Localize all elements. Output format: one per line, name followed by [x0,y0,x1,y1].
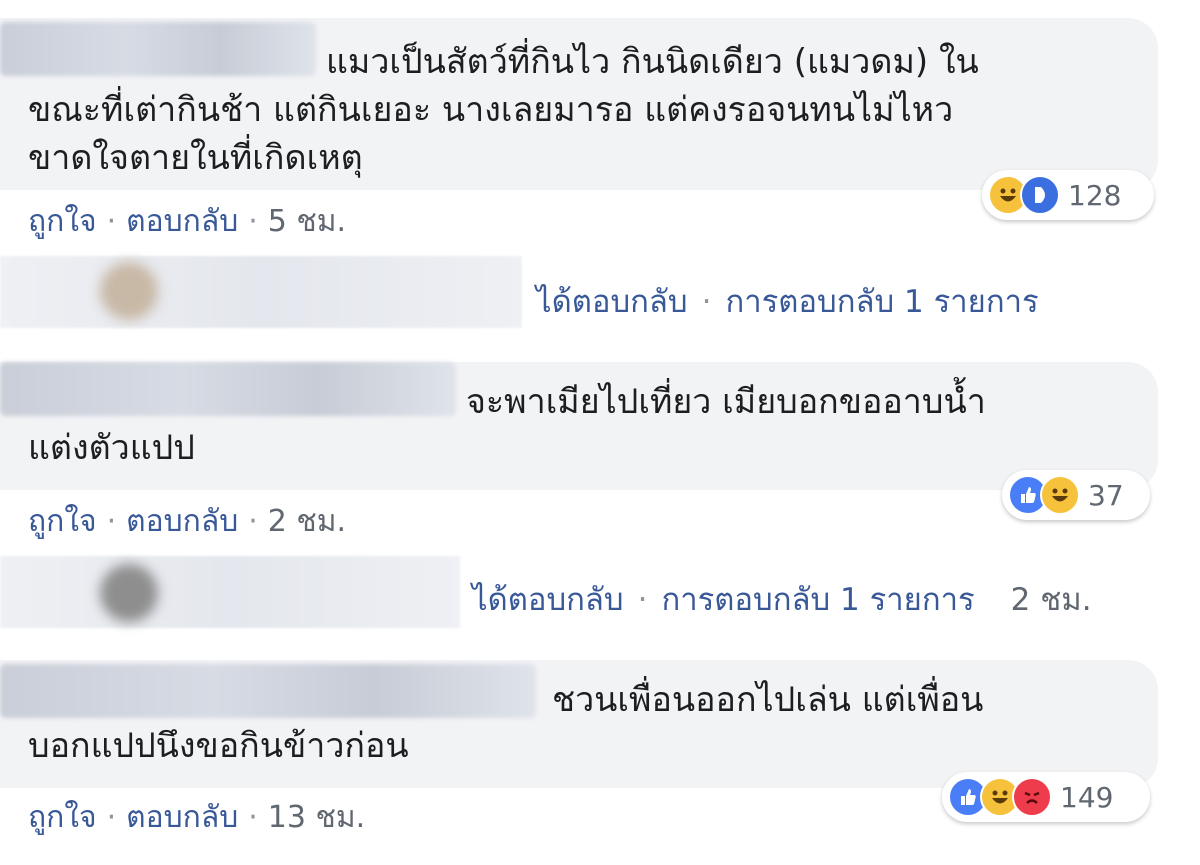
separator: · [248,504,258,539]
comment-actions: ถูกใจ · ตอบกลับ · 13 ชม. [28,794,365,841]
blurred-author-name[interactable] [0,22,316,76]
reply-link[interactable]: ตอบกลับ [126,504,238,539]
view-replies-link[interactable]: การตอบกลับ 1 รายการ [661,582,974,618]
comment-text-line: แมวเป็นสัตว์ที่กินไว กินนิดเดียว (แมวดม)… [326,42,979,82]
timestamp[interactable]: 5 ชม. [268,204,346,239]
like-link[interactable]: ถูกใจ [28,504,97,539]
comment-text-line: ขาดใจตายในที่เกิดเหตุ [28,138,363,178]
avatar[interactable] [100,262,158,320]
reply-link[interactable]: ตอบกลับ [126,204,238,239]
like-link[interactable]: ถูกใจ [28,204,97,239]
blurred-reply-author [0,556,460,628]
reaction-summary[interactable]: 128 [982,170,1154,220]
separator: · [248,204,258,239]
replied-link[interactable]: ได้ตอบกลับ [536,284,688,320]
avatar[interactable] [100,564,158,622]
blurred-author-name[interactable] [0,362,456,416]
comment-actions: ถูกใจ · ตอบกลับ · 5 ชม. [28,198,346,245]
blurred-reply-author [0,256,522,328]
replied-link[interactable]: ได้ตอบกลับ [472,582,624,618]
view-replies-link[interactable]: การตอบกลับ 1 รายการ [725,284,1038,320]
separator: · [248,800,258,835]
separator: · [106,504,117,539]
separator: · [701,284,712,320]
comment-actions: ถูกใจ · ตอบกลับ · 2 ชม. [28,498,346,545]
reply-link[interactable]: ตอบกลับ [126,800,238,835]
like-link[interactable]: ถูกใจ [28,800,97,835]
timestamp[interactable]: 2 ชม. [268,504,346,539]
comment-text-line: จะพาเมียไปเที่ยว เมียบอกขออาบน้ำ [466,382,986,422]
replies-summary[interactable]: ได้ตอบกลับ · การตอบกลับ 1 รายการ 2 ชม. [472,574,1092,624]
reaction-summary[interactable]: 149 [942,772,1150,822]
separator: · [637,582,648,618]
timestamp[interactable]: 2 ชม. [975,582,1092,618]
replies-summary[interactable]: ได้ตอบกลับ · การตอบกลับ 1 รายการ [536,276,1039,326]
comment-text-line: บอกแปปนึงขอกินข้าวก่อน [28,726,409,766]
comment-text-line: ชวนเพื่อนออกไปเล่น แต่เพื่อน [552,680,984,720]
comment-text-line: แต่งตัวแปป [28,428,195,468]
reaction-count: 37 [1088,478,1124,512]
separator: · [106,204,117,239]
reaction-count: 128 [1068,178,1122,212]
reaction-summary[interactable]: 37 [1002,470,1150,520]
reaction-count: 149 [1060,780,1114,814]
timestamp[interactable]: 13 ชม. [268,800,365,835]
comment-text-line: ขณะที่เต่ากินช้า แต่กินเยอะ นางเลยมารอ แ… [28,90,954,130]
blurred-author-name[interactable] [0,664,536,718]
separator: · [106,800,117,835]
